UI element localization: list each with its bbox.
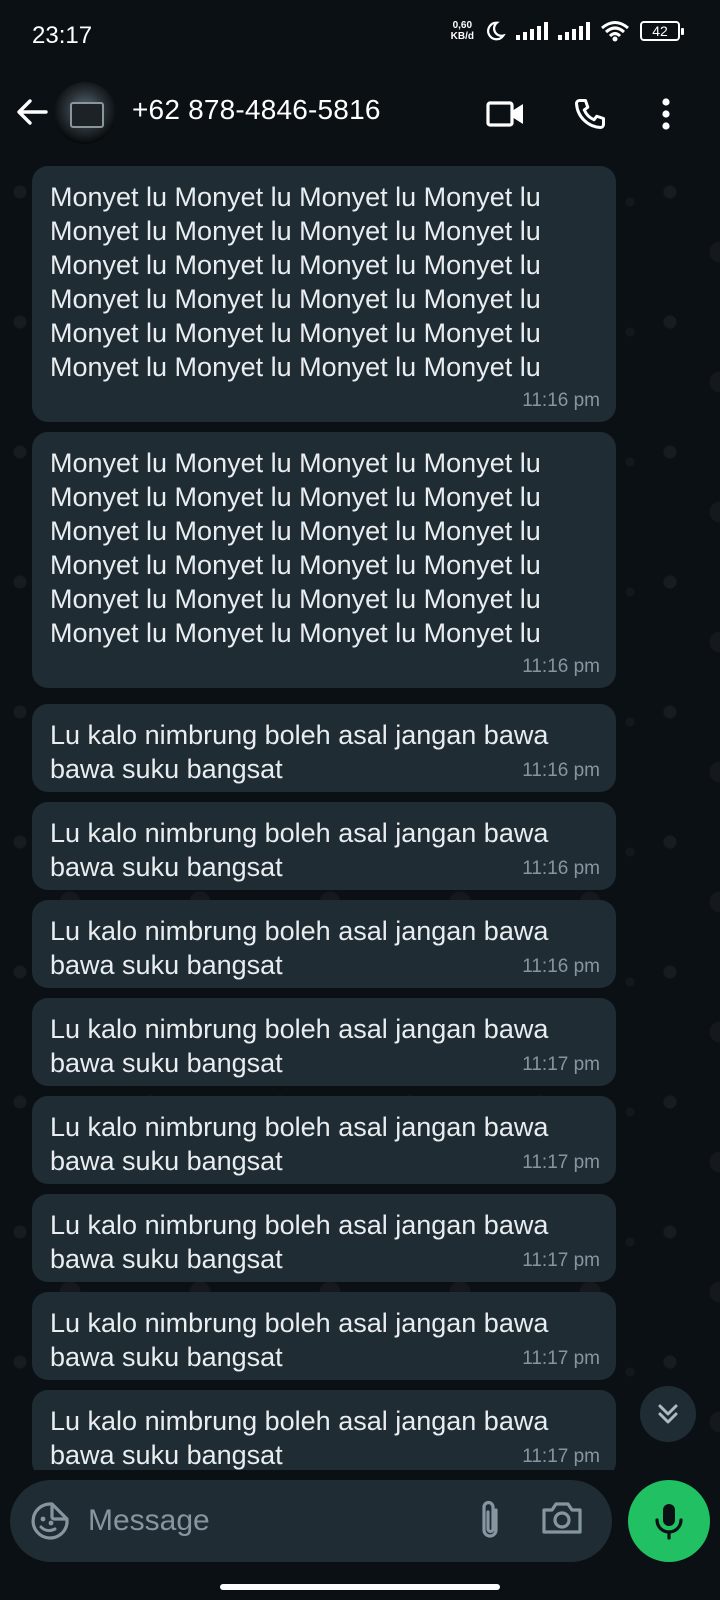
voice-message-button[interactable] — [628, 1480, 710, 1562]
battery-icon: 42 — [640, 21, 684, 41]
contact-avatar[interactable] — [54, 82, 116, 144]
message-time: 11:17 pm — [522, 1250, 600, 1271]
message-bubble[interactable]: Lu kalo nimbrung boleh asal jangan bawa … — [32, 802, 616, 890]
phone-call-icon — [575, 99, 605, 129]
more-options-icon — [662, 98, 670, 130]
message-time: 11:16 pm — [522, 956, 600, 977]
status-bar: 23:17 0,60 KB/d 42 — [0, 0, 720, 72]
contact-name[interactable]: +62 878-4846-5816 — [132, 94, 381, 126]
message-bubble[interactable]: Monyet lu Monyet lu Monyet lu Monyet lu … — [32, 166, 616, 422]
moon-icon — [487, 21, 506, 41]
message-text: Lu kalo nimbrung boleh asal jangan bawa … — [50, 1406, 549, 1470]
scroll-to-bottom-button[interactable] — [640, 1386, 696, 1442]
video-call-icon — [486, 101, 523, 127]
status-icons: 0,60 KB/d 42 — [450, 20, 684, 42]
message-bubble[interactable]: Lu kalo nimbrung boleh asal jangan bawa … — [32, 704, 616, 792]
message-time: 11:17 pm — [522, 1446, 600, 1467]
signal-strength-icon — [516, 22, 548, 40]
message-bubble[interactable]: Lu kalo nimbrung boleh asal jangan bawa … — [32, 1194, 616, 1282]
message-bubble[interactable]: Monyet lu Monyet lu Monyet lu Monyet lu … — [32, 432, 616, 688]
message-time: 11:16 pm — [522, 760, 600, 781]
message-time: 11:16 pm — [522, 390, 600, 411]
message-bubble[interactable]: Lu kalo nimbrung boleh asal jangan bawa … — [32, 1292, 616, 1380]
message-text: Lu kalo nimbrung boleh asal jangan bawa … — [50, 1112, 549, 1176]
back-arrow-icon — [17, 99, 48, 125]
status-time: 23:17 — [32, 22, 93, 49]
camera-button[interactable] — [540, 1498, 586, 1544]
message-text: Lu kalo nimbrung boleh asal jangan bawa … — [50, 1014, 549, 1078]
message-bubble[interactable]: Lu kalo nimbrung boleh asal jangan bawa … — [32, 1390, 616, 1470]
message-bubble[interactable]: Lu kalo nimbrung boleh asal jangan bawa … — [32, 998, 616, 1086]
message-text: Lu kalo nimbrung boleh asal jangan bawa … — [50, 818, 549, 882]
message-time: 11:17 pm — [522, 1054, 600, 1075]
attach-button[interactable] — [472, 1498, 516, 1544]
message-input[interactable] — [88, 1498, 448, 1544]
emoji-button[interactable] — [28, 1499, 72, 1543]
chat-header: +62 878-4846-5816 — [0, 72, 720, 162]
message-time: 11:16 pm — [522, 858, 600, 879]
video-call-button[interactable] — [484, 92, 528, 136]
camera-icon — [542, 1502, 582, 1534]
message-text: Monyet lu Monyet lu Monyet lu Monyet lu … — [50, 448, 541, 648]
signal-strength-icon-2 — [558, 22, 590, 40]
network-speed: 0,60 KB/d — [450, 20, 474, 42]
message-time: 11:17 pm — [522, 1152, 600, 1173]
message-time: 11:16 pm — [522, 656, 600, 677]
message-bubble[interactable]: Lu kalo nimbrung boleh asal jangan bawa … — [32, 1096, 616, 1184]
message-text: Monyet lu Monyet lu Monyet lu Monyet lu … — [50, 182, 541, 382]
gesture-navigation-bar[interactable] — [220, 1584, 500, 1590]
microphone-icon — [655, 1504, 683, 1540]
double-chevron-down-icon — [658, 1404, 678, 1424]
message-composer — [10, 1480, 612, 1562]
voice-call-button[interactable] — [568, 92, 612, 136]
sticker-emoji-icon — [31, 1502, 69, 1540]
message-bubble[interactable]: Lu kalo nimbrung boleh asal jangan bawa … — [32, 900, 616, 988]
back-button[interactable] — [12, 92, 52, 132]
wifi-icon — [601, 21, 629, 42]
paperclip-icon — [482, 1500, 498, 1538]
message-text: Lu kalo nimbrung boleh asal jangan bawa … — [50, 916, 549, 980]
more-options-button[interactable] — [644, 92, 688, 136]
message-time: 11:17 pm — [522, 1348, 600, 1369]
message-text: Lu kalo nimbrung boleh asal jangan bawa … — [50, 1210, 549, 1274]
chat-messages-area[interactable]: Monyet lu Monyet lu Monyet lu Monyet lu … — [0, 162, 720, 1470]
message-text: Lu kalo nimbrung boleh asal jangan bawa … — [50, 1308, 549, 1372]
message-text: Lu kalo nimbrung boleh asal jangan bawa … — [50, 720, 549, 784]
